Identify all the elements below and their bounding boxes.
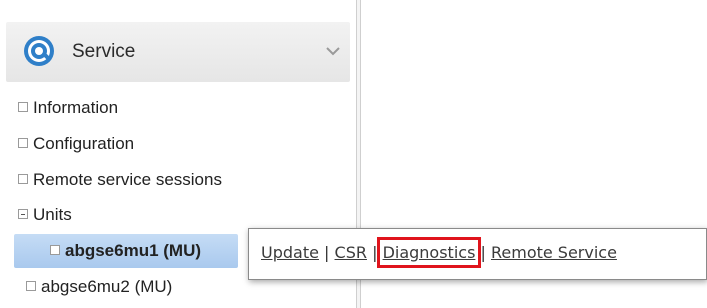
tree-item-label: Remote service sessions [33, 170, 222, 189]
context-link-remote-service[interactable]: Remote Service [491, 243, 617, 262]
tree-item-label: abgse6mu2 (MU) [41, 277, 173, 296]
tree-item-remote-service-sessions[interactable]: Remote service sessions [18, 170, 222, 190]
expander-box-icon[interactable] [18, 138, 28, 148]
separator: | [372, 243, 378, 262]
expander-box-icon[interactable] [18, 102, 28, 112]
tree-item-units[interactable]: Units [18, 205, 72, 225]
tree-item-label: abgse6mu1 (MU) [65, 241, 202, 260]
unit-context-menu: Update | CSR | Diagnostics | Remote Serv… [248, 228, 707, 280]
separator: | [324, 243, 330, 262]
expander-box-icon[interactable] [50, 245, 60, 255]
collapse-minus-icon[interactable] [18, 209, 28, 219]
tree-item-label: Configuration [33, 134, 135, 153]
context-link-diagnostics[interactable]: Diagnostics [376, 237, 482, 268]
tree-item-information[interactable]: Information [18, 98, 118, 118]
tree-item-configuration[interactable]: Configuration [18, 134, 134, 154]
service-section-header[interactable]: Service [6, 22, 350, 82]
service-gear-icon [24, 36, 54, 66]
expander-box-icon[interactable] [18, 174, 28, 184]
chevron-down-icon[interactable] [326, 46, 340, 56]
tree-item-label: Units [33, 205, 72, 224]
tree-item-label: Information [33, 98, 119, 117]
context-link-update[interactable]: Update [261, 243, 319, 262]
tree-item-unit-abgse6mu1[interactable]: abgse6mu1 (MU) [50, 241, 201, 261]
separator: | [480, 243, 486, 262]
tree-item-unit-abgse6mu2[interactable]: abgse6mu2 (MU) [26, 277, 172, 297]
context-link-csr[interactable]: CSR [335, 243, 367, 262]
expander-box-icon[interactable] [26, 281, 36, 291]
service-title: Service [72, 41, 136, 62]
